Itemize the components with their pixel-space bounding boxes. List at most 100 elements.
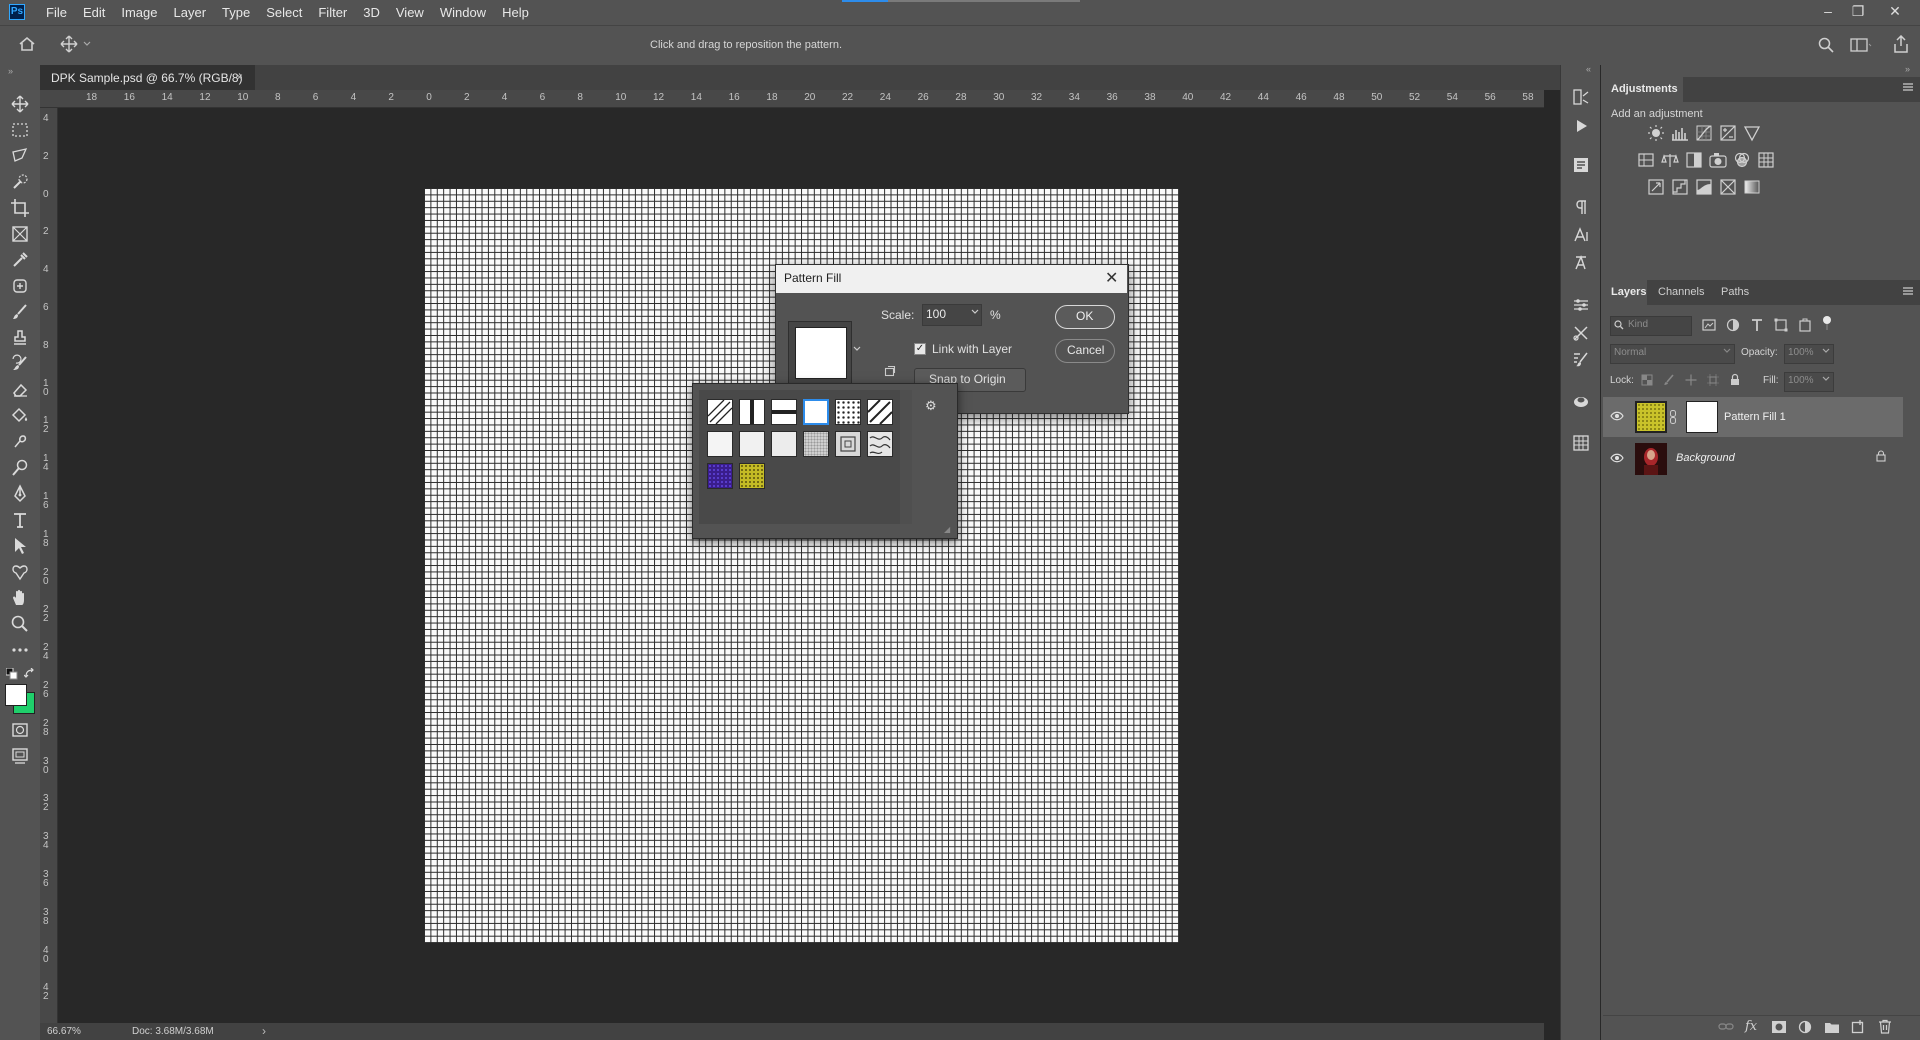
pattern-swatch[interactable] [739, 399, 765, 425]
3d-panel-icon[interactable] [1572, 392, 1590, 410]
eraser-tool-icon[interactable] [10, 380, 30, 400]
healing-brush-tool-icon[interactable] [10, 276, 30, 296]
menu-image[interactable]: Image [113, 0, 165, 25]
dialog-close-icon[interactable]: ✕ [1105, 268, 1118, 288]
photo-filter-icon[interactable] [1709, 151, 1727, 169]
layer-style-fx-icon[interactable]: fx [1745, 1019, 1757, 1034]
layers-menu-icon[interactable] [1902, 286, 1914, 296]
pattern-swatch[interactable] [803, 431, 829, 457]
curves-adjustment-icon[interactable] [1695, 124, 1713, 142]
pattern-picker-chevron-icon[interactable] [853, 346, 861, 352]
fill-chevron-icon[interactable] [1822, 376, 1830, 382]
lock-transparent-icon[interactable] [1641, 374, 1653, 386]
layer-thumbnail[interactable] [1635, 443, 1667, 475]
invert-icon[interactable] [1647, 178, 1665, 196]
frame-tool-icon[interactable] [10, 224, 30, 244]
lock-position-icon[interactable] [1685, 374, 1697, 386]
layer-thumbnail[interactable] [1635, 401, 1667, 433]
link-with-layer-label[interactable]: Link with Layer [932, 342, 1012, 356]
character-panel-icon[interactable] [1572, 226, 1590, 244]
filter-shape-icon[interactable] [1774, 318, 1788, 332]
pattern-swatch[interactable] [771, 431, 797, 457]
search-icon[interactable] [1818, 37, 1834, 53]
pattern-picker-scrollbar[interactable] [900, 390, 912, 524]
pattern-swatch[interactable] [707, 399, 733, 425]
pattern-swatch[interactable] [835, 399, 861, 425]
paragraph-panel-icon[interactable] [1572, 198, 1590, 216]
home-icon[interactable] [18, 36, 36, 52]
menu-3d[interactable]: 3D [355, 0, 388, 25]
color-lookup-icon[interactable] [1757, 151, 1775, 169]
path-selection-tool-icon[interactable] [10, 536, 30, 556]
dock-collapse-icon[interactable]: « [1586, 64, 1591, 74]
menu-edit[interactable]: Edit [75, 0, 113, 25]
toolbar-collapse-icon[interactable]: » [8, 66, 13, 76]
workspace-icon[interactable] [1850, 37, 1872, 53]
filter-type-icon[interactable] [1750, 318, 1764, 332]
opacity-chevron-icon[interactable] [1822, 348, 1830, 354]
layer-name[interactable]: Background [1676, 452, 1735, 464]
grid-panel-icon[interactable] [1572, 434, 1590, 452]
zoom-level[interactable]: 66.67% [47, 1026, 81, 1037]
pattern-swatch[interactable] [739, 431, 765, 457]
lock-image-pixels-icon[interactable] [1663, 374, 1675, 386]
hand-tool-icon[interactable] [10, 588, 30, 608]
screen-mode-icon[interactable] [10, 746, 30, 766]
custom-shape-tool-icon[interactable] [10, 562, 30, 582]
ruler-vertical[interactable]: 4 2 0 2 4 6 8 10 12 14 16 18 20 22 24 26 28 30 32 34 36 38 40 4… [40, 108, 58, 1023]
tool-presets-icon[interactable] [1572, 324, 1590, 342]
pattern-swatch[interactable] [739, 463, 765, 489]
adjustments-menu-icon[interactable] [1902, 82, 1914, 92]
pattern-swatch[interactable] [707, 463, 733, 489]
eyedropper-tool-icon[interactable] [10, 250, 30, 270]
scale-dropdown-icon[interactable] [971, 309, 979, 315]
history-panel-icon[interactable] [1572, 88, 1590, 106]
menu-type[interactable]: Type [214, 0, 258, 25]
right-dock-collapse-icon[interactable]: » [1905, 64, 1910, 74]
menu-help[interactable]: Help [494, 0, 537, 25]
new-fill-adjustment-icon[interactable] [1798, 1020, 1812, 1034]
filter-pixel-icon[interactable] [1702, 318, 1716, 332]
link-layers-icon[interactable] [1718, 1020, 1734, 1034]
brushes-panel-icon[interactable] [1572, 350, 1590, 368]
hue-saturation-icon[interactable] [1637, 151, 1655, 169]
close-window-button[interactable]: ✕ [1880, 0, 1910, 22]
photoshop-logo-icon[interactable]: Ps [9, 4, 25, 20]
quick-selection-tool-icon[interactable] [10, 172, 30, 192]
brightness-contrast-icon[interactable] [1647, 124, 1665, 142]
pattern-swatch-selected[interactable] [803, 399, 829, 425]
more-tools-icon[interactable] [10, 640, 30, 660]
clone-stamp-tool-icon[interactable] [10, 328, 30, 348]
selective-color-icon[interactable] [1719, 178, 1737, 196]
properties-panel-icon[interactable] [1572, 156, 1590, 174]
pattern-preview-swatch[interactable] [795, 327, 847, 379]
tab-paths[interactable]: Paths [1721, 286, 1749, 298]
smudge-tool-icon[interactable] [10, 432, 30, 452]
crop-tool-icon[interactable] [10, 198, 30, 218]
default-colors-icon[interactable] [6, 668, 18, 680]
vibrance-icon[interactable] [1743, 124, 1761, 142]
gradient-map-icon[interactable] [1743, 178, 1761, 196]
menu-file[interactable]: File [38, 0, 75, 25]
lock-artboard-icon[interactable] [1707, 374, 1719, 386]
delete-layer-trash-icon[interactable] [1878, 1019, 1892, 1034]
exposure-icon[interactable] [1719, 124, 1737, 142]
layer-visibility-eye-icon[interactable] [1610, 411, 1624, 421]
zoom-tool-icon[interactable] [10, 614, 30, 634]
pattern-swatch[interactable] [707, 431, 733, 457]
layer-mask-link-icon[interactable] [1670, 410, 1676, 424]
restore-button[interactable]: ❐ [1843, 0, 1873, 22]
minimize-button[interactable]: – [1813, 0, 1843, 22]
lock-all-icon[interactable] [1729, 373, 1741, 386]
pattern-picker-gear-icon[interactable]: ⚙ [925, 398, 937, 414]
type-tool-icon[interactable] [10, 510, 30, 530]
move-tool-icon[interactable] [10, 94, 30, 114]
layer-mask-thumbnail[interactable] [1686, 401, 1718, 433]
lasso-tool-icon[interactable] [10, 146, 30, 166]
pattern-swatch[interactable] [771, 399, 797, 425]
document-tab-close-icon[interactable]: × [236, 70, 243, 84]
black-white-icon[interactable] [1685, 151, 1703, 169]
layer-visibility-eye-icon[interactable] [1610, 453, 1624, 463]
pen-tool-icon[interactable] [10, 484, 30, 504]
brush-settings-icon[interactable] [1572, 296, 1590, 314]
